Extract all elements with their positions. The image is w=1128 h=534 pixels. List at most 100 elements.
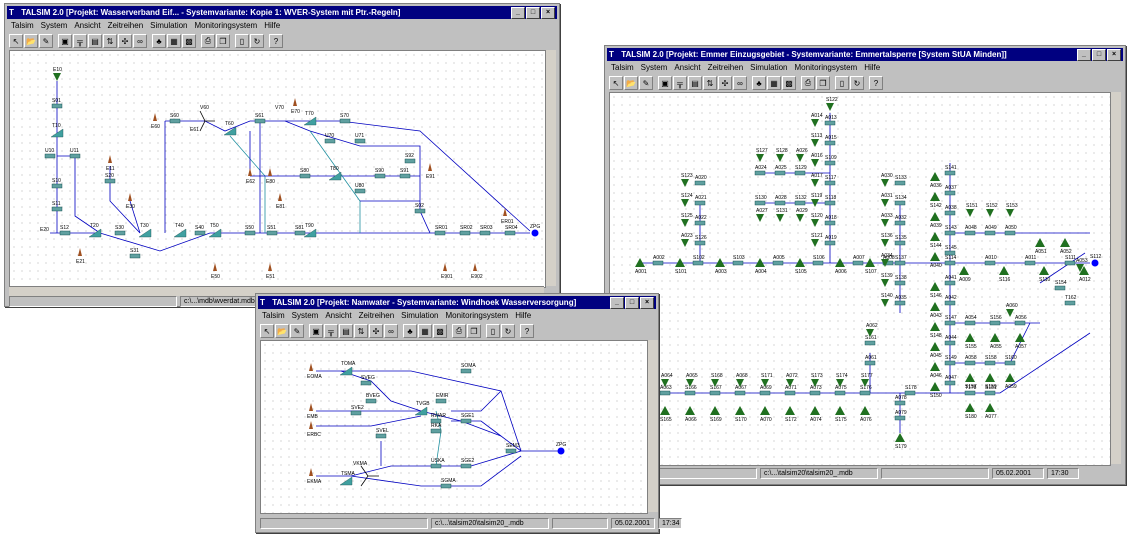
- transfer-node[interactable]: [44, 153, 56, 159]
- menu-system[interactable]: System: [41, 20, 68, 32]
- network-diagram[interactable]: E10 S01 T10 U10 U11 S10 S11 S12 E20 T20 E21 E11S20 E…: [10, 51, 545, 287]
- transfer-node[interactable]: [659, 390, 671, 396]
- menu-ansicht[interactable]: Ansicht: [674, 62, 700, 74]
- save-icon[interactable]: ▣: [309, 324, 323, 338]
- catchment-node[interactable]: [865, 258, 875, 267]
- outflow-node[interactable]: [293, 98, 297, 106]
- transfer-node[interactable]: [460, 463, 472, 469]
- outflow-node[interactable]: [248, 168, 252, 176]
- transfer-node[interactable]: [944, 320, 956, 326]
- transfer-node[interactable]: [824, 160, 836, 166]
- map-icon[interactable]: ▩: [182, 34, 196, 48]
- transfer-node[interactable]: [944, 250, 956, 256]
- menu-zeitreihen[interactable]: Zeitreihen: [359, 310, 395, 322]
- transfer-node[interactable]: [964, 390, 976, 396]
- transfer-node[interactable]: [505, 448, 517, 454]
- transfer-node[interactable]: [440, 483, 452, 489]
- catchment-node[interactable]: [660, 406, 670, 415]
- branch-node[interactable]: [360, 465, 379, 487]
- transfer-node[interactable]: [784, 390, 796, 396]
- menu-zeitreihen[interactable]: Zeitreihen: [708, 62, 744, 74]
- catchment-node[interactable]: [760, 406, 770, 415]
- tree-icon[interactable]: ♣: [152, 34, 166, 48]
- sort-icon[interactable]: ⇅: [354, 324, 368, 338]
- open-folder-icon[interactable]: 📂: [624, 76, 638, 90]
- vertical-scrollbar[interactable]: [647, 340, 658, 512]
- catchment-node[interactable]: [675, 258, 685, 267]
- binoculars-icon[interactable]: ∞: [133, 34, 147, 48]
- catchment-node[interactable]: [795, 258, 805, 267]
- grid-icon[interactable]: ▦: [167, 34, 181, 48]
- catchment-node[interactable]: [930, 172, 940, 181]
- inflow-node[interactable]: [1006, 209, 1014, 217]
- refresh-icon[interactable]: ↻: [250, 34, 264, 48]
- transfer-node[interactable]: [365, 398, 377, 404]
- map-icon[interactable]: ▩: [433, 324, 447, 338]
- inflow-node[interactable]: [881, 199, 889, 207]
- inflow-node[interactable]: [681, 219, 689, 227]
- doc-icon[interactable]: ▯: [835, 76, 849, 90]
- transfer-node[interactable]: [694, 180, 706, 186]
- menu-ansicht[interactable]: Ansicht: [325, 310, 351, 322]
- transfer-node[interactable]: [169, 118, 181, 124]
- transfer-node[interactable]: [944, 360, 956, 366]
- pointer-icon[interactable]: ↖: [260, 324, 274, 338]
- tree-icon[interactable]: ♣: [403, 324, 417, 338]
- transfer-node[interactable]: [774, 170, 786, 176]
- transfer-node[interactable]: [1064, 300, 1076, 306]
- transfer-node[interactable]: [754, 170, 766, 176]
- transfer-node[interactable]: [350, 410, 362, 416]
- catchment-node[interactable]: [985, 373, 995, 382]
- transfer-node[interactable]: [824, 240, 836, 246]
- print-icon[interactable]: ⎙: [201, 34, 215, 48]
- transfer-node[interactable]: [1014, 320, 1026, 326]
- table-icon[interactable]: ▤: [88, 34, 102, 48]
- outflow-node[interactable]: [443, 263, 447, 271]
- transfer-node[interactable]: [894, 260, 906, 266]
- help-icon[interactable]: ?: [520, 324, 534, 338]
- transfer-node[interactable]: [59, 230, 71, 236]
- transfer-node[interactable]: [944, 230, 956, 236]
- transfer-node[interactable]: [859, 390, 871, 396]
- grid-icon[interactable]: ▦: [418, 324, 432, 338]
- transfer-node[interactable]: [375, 433, 387, 439]
- transfer-node[interactable]: [964, 360, 976, 366]
- network-icon[interactable]: ✣: [369, 324, 383, 338]
- close-button[interactable]: ×: [1107, 49, 1121, 61]
- transfer-node[interactable]: [254, 118, 266, 124]
- catchment-node[interactable]: [965, 333, 975, 342]
- menu-hilfe[interactable]: Hilfe: [515, 310, 531, 322]
- network-diagram[interactable]: A001 A002 S101 S102 A003 S103 A004 A005 S105 S106…: [610, 93, 1110, 465]
- pointer-icon[interactable]: ↖: [9, 34, 23, 48]
- outflow-node[interactable]: [428, 163, 432, 171]
- outflow-node[interactable]: [309, 363, 313, 371]
- outflow-node[interactable]: [309, 468, 313, 476]
- window-emmer[interactable]: T TALSIM 2.0 [Projekt: Emmer Einzugsgebi…: [604, 45, 1126, 485]
- inflow-node[interactable]: [881, 279, 889, 287]
- inflow-node[interactable]: [796, 154, 804, 162]
- menu-ansicht[interactable]: Ansicht: [74, 20, 100, 32]
- transfer-node[interactable]: [354, 188, 366, 194]
- transfer-node[interactable]: [944, 380, 956, 386]
- tree-icon[interactable]: ♣: [752, 76, 766, 90]
- transfer-node[interactable]: [944, 280, 956, 286]
- inflow-node[interactable]: [811, 239, 819, 247]
- catchment-node[interactable]: [930, 382, 940, 391]
- transfer-node[interactable]: [894, 280, 906, 286]
- table-icon[interactable]: ▤: [339, 324, 353, 338]
- outlet-node[interactable]: [1091, 259, 1099, 267]
- sort-icon[interactable]: ⇅: [703, 76, 717, 90]
- transfer-node[interactable]: [759, 390, 771, 396]
- transfer-node[interactable]: [1004, 230, 1016, 236]
- transfer-node[interactable]: [864, 340, 876, 346]
- catchment-node[interactable]: [959, 266, 969, 275]
- menu-talsim[interactable]: Talsim: [611, 62, 634, 74]
- inflow-node[interactable]: [811, 179, 819, 187]
- inflow-node[interactable]: [881, 179, 889, 187]
- grid-icon[interactable]: ▦: [767, 76, 781, 90]
- reservoir-node[interactable]: [339, 476, 353, 486]
- inflow-node[interactable]: [681, 239, 689, 247]
- inflow-node[interactable]: [756, 154, 764, 162]
- transfer-node[interactable]: [430, 463, 442, 469]
- menu-monitoringsystem[interactable]: Monitoringsystem: [195, 20, 258, 32]
